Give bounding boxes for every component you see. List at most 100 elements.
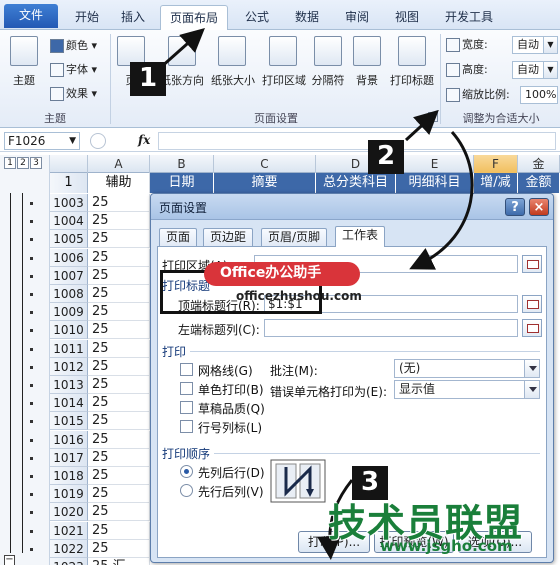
collapse-dialog-icon[interactable] xyxy=(522,295,542,313)
name-box[interactable]: F1026 ▼ xyxy=(4,132,80,150)
cell-a[interactable]: 25 xyxy=(88,394,150,413)
row-header[interactable]: 1020 xyxy=(50,503,88,522)
tab-insert[interactable]: 插入 xyxy=(112,5,154,30)
row-header[interactable]: 1004 xyxy=(50,212,88,231)
cell-a[interactable]: 25 xyxy=(88,485,150,504)
row-header[interactable]: 1019 xyxy=(50,485,88,504)
row-header[interactable]: 1023 xyxy=(50,558,88,565)
column-header-g[interactable]: 金 xyxy=(518,155,560,173)
row-header[interactable]: 1005 xyxy=(50,230,88,249)
row-header[interactable]: 1007 xyxy=(50,266,88,285)
header-cell-b[interactable]: 日期 xyxy=(150,173,214,193)
page-setup-launcher-icon[interactable] xyxy=(428,112,438,122)
row-header[interactable]: 1006 xyxy=(50,248,88,267)
row-header[interactable]: 1009 xyxy=(50,303,88,322)
close-button[interactable]: × xyxy=(529,198,549,216)
cell-a[interactable]: 25 xyxy=(88,230,150,249)
tab-home[interactable]: 开始 xyxy=(66,5,108,30)
tab-developer[interactable]: 开发工具 xyxy=(438,5,500,30)
header-cell-g[interactable]: 金额 xyxy=(518,173,560,193)
tab-sheet[interactable]: 工作表 xyxy=(335,226,386,247)
row-header[interactable]: 1013 xyxy=(50,376,88,394)
header-cell-d[interactable]: 总分类科目 xyxy=(316,173,396,193)
tab-margins[interactable]: 页边距 xyxy=(203,228,254,247)
cell-a[interactable]: 25 xyxy=(88,521,150,540)
down-then-over-radio[interactable] xyxy=(180,465,193,478)
cell-a[interactable]: 25 xyxy=(88,357,150,376)
tab-review[interactable]: 审阅 xyxy=(336,5,378,30)
cell-a[interactable]: 25 汇 xyxy=(88,558,150,565)
cols-to-repeat-input[interactable] xyxy=(264,319,518,337)
over-then-down-radio[interactable] xyxy=(180,484,193,497)
header-cell-f[interactable]: 增/减 xyxy=(474,173,518,193)
tab-page-layout[interactable]: 页面布局 xyxy=(160,5,228,31)
cell-a[interactable]: 25 xyxy=(88,339,150,358)
gridlines-checkbox[interactable] xyxy=(180,363,193,376)
row-header[interactable]: 1022 xyxy=(50,539,88,558)
cell-a[interactable]: 25 xyxy=(88,266,150,285)
cell-a[interactable]: 25 xyxy=(88,430,150,449)
comments-select[interactable]: (无) xyxy=(394,359,540,378)
row-header[interactable]: 1008 xyxy=(50,285,88,303)
cell-a[interactable]: 25 xyxy=(88,448,150,467)
draft-quality-checkbox[interactable] xyxy=(180,401,193,414)
cell-a[interactable]: 25 xyxy=(88,194,150,212)
collapse-group-button[interactable]: − xyxy=(4,555,15,565)
row-header[interactable]: 1010 xyxy=(50,321,88,340)
black-white-checkbox[interactable] xyxy=(180,382,193,395)
formula-input[interactable] xyxy=(158,132,556,150)
select-all-corner[interactable] xyxy=(50,155,88,173)
insert-function-icon[interactable]: fx xyxy=(138,133,150,147)
row-header[interactable]: 1014 xyxy=(50,394,88,413)
row-header[interactable]: 1021 xyxy=(50,521,88,540)
size-button[interactable]: 纸张大小 xyxy=(208,34,256,104)
cell-a[interactable]: 25 xyxy=(88,376,150,394)
theme-fonts-button[interactable]: 字体 ▾ xyxy=(50,60,97,80)
tab-header-footer[interactable]: 页眉/页脚 xyxy=(261,228,328,247)
row-header[interactable]: 1 xyxy=(50,173,88,193)
row-header[interactable]: 1016 xyxy=(50,430,88,449)
print-titles-button[interactable]: 打印标题 xyxy=(388,34,436,104)
tab-formulas[interactable]: 公式 xyxy=(236,5,278,30)
column-header-b[interactable]: B xyxy=(150,155,214,173)
column-header-f[interactable]: F xyxy=(474,155,518,173)
column-header-c[interactable]: C xyxy=(214,155,316,173)
collapse-dialog-icon[interactable] xyxy=(522,255,542,273)
row-col-headings-checkbox[interactable] xyxy=(180,420,193,433)
cell-errors-select[interactable]: 显示值 xyxy=(394,380,540,399)
dialog-title-bar[interactable]: 页面设置 ? × xyxy=(151,194,553,220)
help-button[interactable]: ? xyxy=(505,198,525,216)
cell-a[interactable]: 25 xyxy=(88,321,150,340)
cell-a[interactable]: 25 xyxy=(88,285,150,303)
cell-a[interactable]: 25 xyxy=(88,467,150,485)
row-header[interactable]: 1003 xyxy=(50,194,88,212)
column-header-a[interactable]: A xyxy=(88,155,150,173)
row-header[interactable]: 1017 xyxy=(50,448,88,467)
cell-a[interactable]: 25 xyxy=(88,212,150,231)
height-dropdown[interactable]: 自动 ▼ xyxy=(512,61,558,79)
outline-level-1-button[interactable]: 1 xyxy=(4,157,16,169)
header-cell-c[interactable]: 摘要 xyxy=(214,173,316,193)
outline-level-2-button[interactable]: 2 xyxy=(17,157,29,169)
header-cell-e[interactable]: 明细科目 xyxy=(396,173,474,193)
cell-a[interactable]: 25 xyxy=(88,248,150,267)
collapse-dialog-icon[interactable] xyxy=(522,319,542,337)
theme-effects-button[interactable]: 效果 ▾ xyxy=(50,84,97,104)
tab-view[interactable]: 视图 xyxy=(386,5,428,30)
cell-a[interactable]: 25 xyxy=(88,539,150,558)
column-header-e[interactable]: E xyxy=(396,155,474,173)
row-header[interactable]: 1011 xyxy=(50,339,88,358)
breaks-button[interactable]: 分隔符 xyxy=(308,34,348,104)
row-header[interactable]: 1015 xyxy=(50,412,88,431)
outline-level-3-button[interactable]: 3 xyxy=(30,157,42,169)
cell-a[interactable]: 25 xyxy=(88,503,150,522)
themes-button[interactable]: 主题 xyxy=(6,34,42,104)
background-button[interactable]: 背景 xyxy=(350,34,384,104)
tab-file[interactable]: 文件 xyxy=(4,4,58,28)
theme-colors-button[interactable]: 颜色 ▾ xyxy=(50,36,97,56)
scale-spinner[interactable]: 100% xyxy=(520,86,558,104)
print-area-button[interactable]: 打印区域 xyxy=(258,34,308,104)
tab-page[interactable]: 页面 xyxy=(159,228,198,247)
header-cell-a[interactable]: 辅助 xyxy=(88,173,150,193)
row-header[interactable]: 1018 xyxy=(50,467,88,485)
